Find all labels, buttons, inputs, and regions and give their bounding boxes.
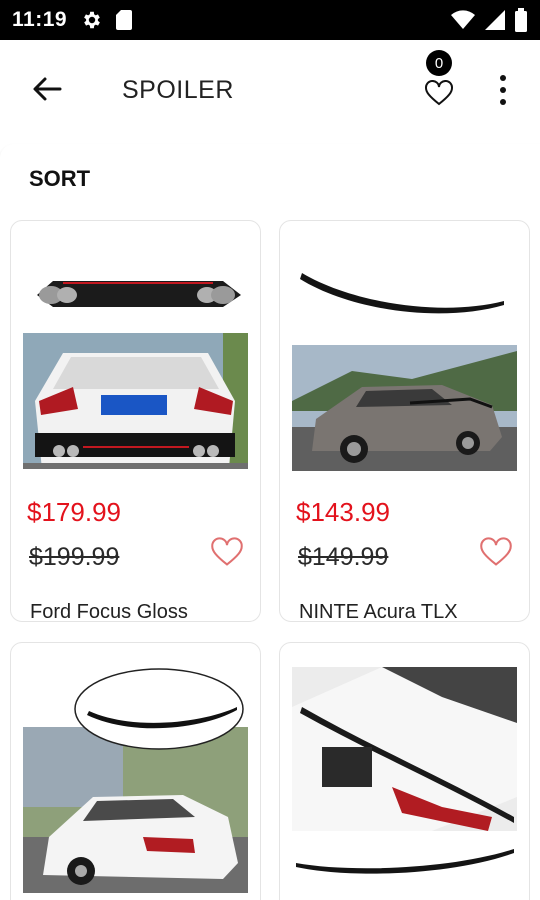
product-image bbox=[292, 667, 517, 893]
battery-icon bbox=[515, 8, 527, 32]
more-vert-icon bbox=[500, 75, 506, 81]
heart-icon[interactable] bbox=[479, 537, 513, 567]
signal-icon bbox=[485, 10, 505, 30]
product-name: Ford Focus Gloss bbox=[30, 601, 188, 622]
back-arrow-icon bbox=[33, 77, 62, 101]
product-grid: $179.99 $199.99 Ford Focus Gloss $143.99… bbox=[0, 210, 540, 900]
sort-bar: SORT bbox=[0, 144, 540, 210]
wifi-icon bbox=[451, 10, 475, 29]
product-image bbox=[23, 667, 248, 893]
product-old-price: $199.99 bbox=[29, 543, 120, 571]
gear-icon bbox=[84, 11, 100, 29]
product-card[interactable] bbox=[10, 642, 261, 900]
product-name: NINTE Acura TLX bbox=[299, 601, 458, 622]
sim-card-icon bbox=[116, 10, 133, 30]
product-price: $143.99 bbox=[296, 497, 390, 527]
product-old-price: $149.99 bbox=[298, 543, 389, 571]
product-price: $179.99 bbox=[27, 497, 121, 527]
status-bar: 11:19 bbox=[0, 0, 540, 40]
wishlist-count-badge: 0 bbox=[426, 50, 452, 76]
product-image bbox=[292, 251, 517, 471]
more-options-button[interactable] bbox=[488, 72, 518, 108]
back-button[interactable] bbox=[22, 66, 72, 112]
page-title: SPOILER bbox=[122, 76, 234, 104]
product-card[interactable] bbox=[279, 642, 530, 900]
product-card[interactable]: $143.99 $149.99 NINTE Acura TLX bbox=[279, 220, 530, 622]
product-card[interactable]: $179.99 $199.99 Ford Focus Gloss bbox=[10, 220, 261, 622]
status-time: 11:19 bbox=[12, 8, 68, 31]
heart-icon bbox=[425, 80, 453, 106]
sort-button[interactable]: SORT bbox=[29, 166, 90, 192]
product-image bbox=[23, 261, 248, 469]
heart-icon[interactable] bbox=[210, 537, 244, 567]
wishlist-button[interactable]: 0 bbox=[416, 50, 462, 114]
app-bar: SPOILER 0 bbox=[0, 40, 540, 144]
